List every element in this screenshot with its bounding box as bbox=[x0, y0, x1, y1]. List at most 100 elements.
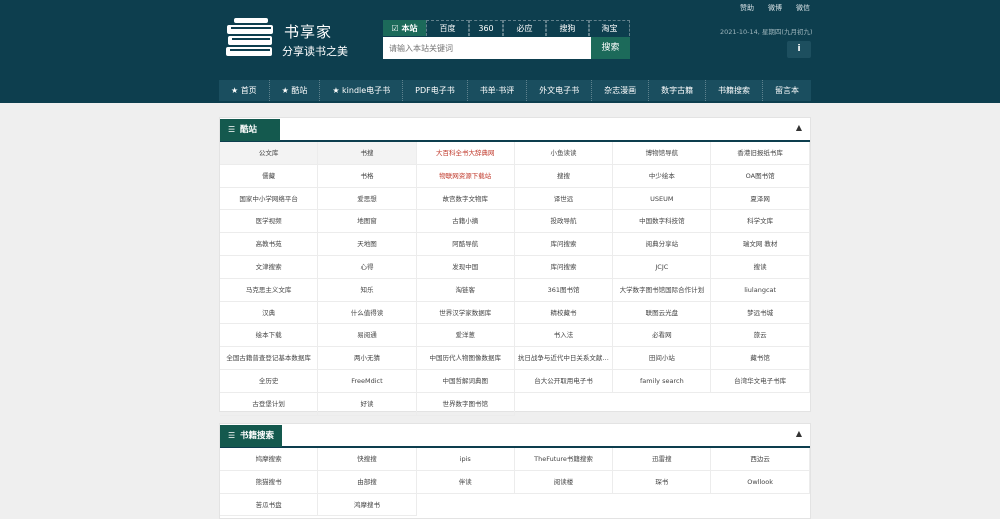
link-cell[interactable]: 爱洋葱 bbox=[416, 324, 515, 348]
link-cell[interactable]: 医学视频 bbox=[220, 210, 319, 234]
link-cell[interactable]: 天地图 bbox=[318, 233, 417, 256]
link-cell[interactable]: 伴读 bbox=[416, 470, 515, 494]
nav-item[interactable]: 数字古籍 bbox=[649, 80, 707, 101]
nav-item[interactable]: PDF电子书 bbox=[403, 80, 468, 101]
link-cell[interactable]: 中少绘本 bbox=[613, 164, 712, 188]
link-cell[interactable]: 瑞文网 教材 bbox=[711, 233, 810, 256]
link-cell[interactable]: 书入法 bbox=[514, 324, 614, 348]
link-cell[interactable]: 博物馆导航 bbox=[613, 142, 712, 165]
link-cell[interactable]: 库问搜索 bbox=[514, 255, 614, 279]
link-cell[interactable]: 马克思主义文库 bbox=[220, 278, 319, 302]
link-cell[interactable]: 必看网 bbox=[613, 324, 712, 348]
search-tab-sogou[interactable]: 搜狗 bbox=[546, 20, 589, 36]
link-cell[interactable]: 高教书苑 bbox=[220, 233, 319, 256]
link-cell[interactable]: 淘链客 bbox=[416, 278, 515, 302]
nav-item[interactable]: 杂志漫画 bbox=[592, 80, 650, 101]
link-cell[interactable]: 联图云光盘 bbox=[613, 301, 712, 325]
link-cell[interactable]: 迅雷搜 bbox=[613, 448, 712, 471]
link-cell[interactable]: 阿酷导航 bbox=[416, 233, 515, 256]
link-cell[interactable]: 田间小站 bbox=[613, 347, 712, 370]
link-cell[interactable]: 台大公开取用电子书 bbox=[514, 369, 614, 393]
link-cell[interactable]: 文津搜索 bbox=[220, 255, 319, 279]
link-cell[interactable]: Owllook bbox=[711, 470, 810, 494]
link-cell[interactable]: family search bbox=[613, 369, 712, 393]
info-icon[interactable]: i bbox=[787, 41, 811, 58]
link-cell[interactable]: 发现中国 bbox=[416, 255, 515, 279]
nav-item[interactable]: ★ 酷站 bbox=[270, 80, 321, 101]
link-cell[interactable]: 阅读楼 bbox=[514, 470, 614, 494]
link-cell[interactable]: 译世远 bbox=[514, 187, 614, 211]
link-cell[interactable]: 知乐 bbox=[318, 278, 417, 302]
link-cell[interactable]: 物联网资源下载站 bbox=[416, 164, 515, 188]
link-cell[interactable]: 世界数字图书馆 bbox=[416, 392, 515, 416]
link-cell[interactable]: 绘本下载 bbox=[220, 324, 319, 348]
nav-item[interactable]: 留言本 bbox=[763, 80, 811, 101]
search-button[interactable]: 搜索 bbox=[591, 37, 630, 59]
link-cell[interactable]: 心得 bbox=[318, 255, 417, 279]
toplink-weibo[interactable]: 微博 bbox=[768, 3, 782, 13]
link-cell[interactable]: ipis bbox=[416, 448, 515, 471]
link-cell[interactable]: 儒藏 bbox=[220, 164, 319, 188]
link-cell[interactable]: 书搜 bbox=[318, 142, 417, 165]
link-cell[interactable]: TheFuture书籍搜索 bbox=[514, 448, 614, 471]
link-cell[interactable]: 361图书馆 bbox=[514, 278, 614, 302]
link-cell[interactable]: 快搜搜 bbox=[318, 448, 417, 471]
link-cell[interactable]: 库问搜索 bbox=[514, 233, 614, 256]
link-cell[interactable]: liulangcat bbox=[711, 278, 810, 302]
nav-item[interactable]: ★ 首页 bbox=[219, 80, 270, 101]
link-cell[interactable]: 藏书馆 bbox=[711, 347, 810, 370]
link-cell[interactable]: 两小无猜 bbox=[318, 347, 417, 370]
nav-item[interactable]: 外文电子书 bbox=[527, 80, 593, 101]
toplink-sponsor[interactable]: 赞助 bbox=[740, 3, 754, 13]
link-cell[interactable]: 中国哲解词典图 bbox=[416, 369, 515, 393]
nav-item[interactable]: ★ kindle电子书 bbox=[320, 80, 404, 101]
link-cell[interactable]: 中国历代人物图像数据库 bbox=[416, 347, 515, 370]
search-tab-bing[interactable]: 必应 bbox=[503, 20, 546, 36]
link-cell[interactable]: 公文库 bbox=[220, 142, 319, 165]
link-cell[interactable]: 汉典 bbox=[220, 301, 319, 325]
link-cell[interactable]: 古登堡计划 bbox=[220, 392, 319, 416]
link-cell[interactable]: 阅典分享站 bbox=[613, 233, 712, 256]
link-cell[interactable]: 爱思想 bbox=[318, 187, 417, 211]
link-cell[interactable]: 精校藏书 bbox=[514, 301, 614, 325]
site-logo[interactable]: 书享家 分享读书之美 bbox=[224, 17, 374, 62]
link-cell[interactable]: 由部搜 bbox=[318, 470, 417, 494]
link-cell[interactable]: 全国古籍普查登记基本数据库 bbox=[220, 347, 319, 370]
chevron-up-icon[interactable]: ▲ bbox=[794, 123, 804, 135]
link-cell[interactable]: 科学文库 bbox=[711, 210, 810, 234]
search-input[interactable] bbox=[383, 37, 591, 59]
link-cell[interactable]: 苦瓜书盘 bbox=[220, 493, 319, 517]
link-cell[interactable]: 梦远书城 bbox=[711, 301, 810, 325]
link-cell[interactable]: 香港旧报纸书库 bbox=[711, 142, 810, 165]
link-cell[interactable]: 鸠摩搜索 bbox=[220, 448, 319, 471]
link-cell[interactable]: 什么值得读 bbox=[318, 301, 417, 325]
link-cell[interactable]: 大学数字图书馆国际合作计划 bbox=[613, 278, 712, 302]
link-cell[interactable]: 旅云 bbox=[711, 324, 810, 348]
search-tab-baidu[interactable]: 百度 bbox=[426, 20, 469, 36]
link-cell[interactable]: JCJC bbox=[613, 255, 712, 279]
link-cell[interactable]: 搜读 bbox=[711, 255, 810, 279]
link-cell[interactable]: FreeMdict bbox=[318, 369, 417, 393]
search-tab-360[interactable]: 360 bbox=[469, 20, 503, 36]
link-cell[interactable]: 琛书 bbox=[613, 470, 712, 494]
link-cell[interactable]: 台湾华文电子书库 bbox=[711, 369, 810, 393]
panel-title-book-search[interactable]: ☰ 书籍搜索 bbox=[220, 425, 282, 447]
search-tab-site[interactable]: ☑ 本站 bbox=[383, 20, 426, 36]
nav-item[interactable]: 书籍搜索 bbox=[706, 80, 764, 101]
link-cell[interactable]: USEUM bbox=[613, 187, 712, 211]
link-cell[interactable]: 抗日战争与近代中日关系文献数据平台 bbox=[514, 347, 614, 370]
chevron-up-icon[interactable]: ▲ bbox=[794, 429, 804, 441]
link-cell[interactable]: 鸿摩搜书 bbox=[318, 493, 417, 517]
link-cell[interactable]: 熊猫搜书 bbox=[220, 470, 319, 494]
link-cell[interactable]: 中国数字科技馆 bbox=[613, 210, 712, 234]
toplink-wechat[interactable]: 微信 bbox=[796, 3, 810, 13]
link-cell[interactable]: 小鱼读读 bbox=[514, 142, 614, 165]
link-cell[interactable]: 古籍小摘 bbox=[416, 210, 515, 234]
link-cell[interactable]: 西边云 bbox=[711, 448, 810, 471]
link-cell[interactable]: 夏泽网 bbox=[711, 187, 810, 211]
nav-item[interactable]: 书单·书评 bbox=[468, 80, 528, 101]
link-cell[interactable]: 易阅通 bbox=[318, 324, 417, 348]
search-tab-taobao[interactable]: 淘宝 bbox=[589, 20, 630, 36]
link-cell[interactable]: 搜搜 bbox=[514, 164, 614, 188]
link-cell[interactable]: 好读 bbox=[318, 392, 417, 416]
